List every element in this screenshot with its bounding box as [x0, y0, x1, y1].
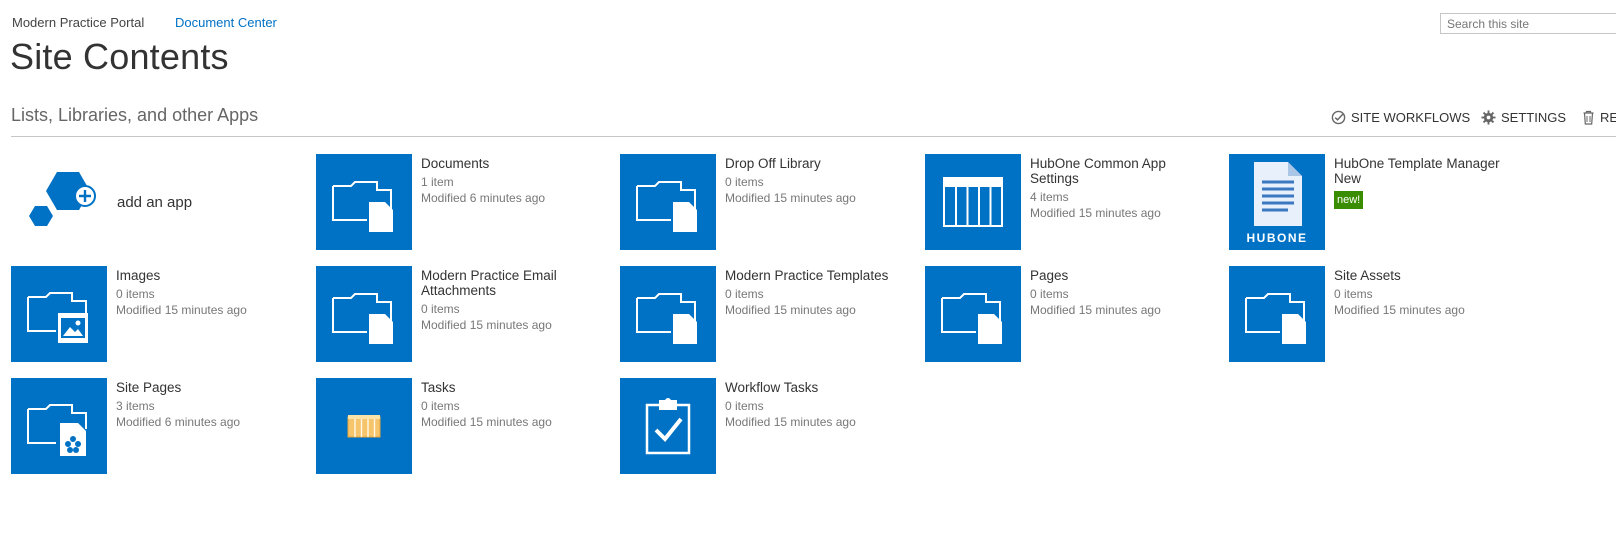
- tile-modified: Modified 15 minutes ago: [421, 318, 552, 332]
- tile-modified: Modified 6 minutes ago: [421, 191, 546, 205]
- add-app-icon: [29, 172, 96, 226]
- folder-doc-icon[interactable]: [620, 154, 716, 250]
- recycle-bin-button[interactable]: REC: [1582, 110, 1616, 125]
- clipboard-check-icon[interactable]: [620, 378, 716, 474]
- search-input[interactable]: Search this site: [1440, 13, 1616, 34]
- tile-name[interactable]: Site Assets: [1334, 268, 1514, 283]
- settings-button[interactable]: SETTINGS: [1481, 110, 1566, 125]
- folder-doc-icon[interactable]: [925, 266, 1021, 362]
- tile-item-count: 1 item: [421, 175, 454, 189]
- folder-doc-icon[interactable]: [316, 154, 412, 250]
- tile-item-count: 0 items: [421, 302, 460, 316]
- tile-modified: Modified 15 minutes ago: [725, 191, 856, 205]
- tile-name[interactable]: Workflow Tasks: [725, 380, 905, 395]
- tile-modified: Modified 6 minutes ago: [116, 415, 241, 429]
- tile-name[interactable]: Drop Off Library: [725, 156, 905, 171]
- tile-item-count: 3 items: [116, 399, 155, 413]
- tile-name[interactable]: Site Pages: [116, 380, 296, 395]
- site-title-link[interactable]: Modern Practice Portal: [12, 15, 144, 30]
- section-divider: [11, 136, 1616, 137]
- list-grid-icon[interactable]: [925, 154, 1021, 250]
- tile-modified: Modified 15 minutes ago: [116, 303, 247, 317]
- page-title: Site Contents: [10, 36, 229, 77]
- folder-image-icon[interactable]: [11, 266, 107, 362]
- tile-modified: Modified 15 minutes ago: [1334, 303, 1465, 317]
- tile-item-count: 0 items: [116, 287, 155, 301]
- tile-name[interactable]: HubOne Common App Settings: [1030, 156, 1210, 186]
- tile-name[interactable]: HubOne Template Manager New: [1334, 156, 1514, 186]
- tile-modified: Modified 15 minutes ago: [421, 415, 552, 429]
- tasks-icon[interactable]: [316, 378, 412, 474]
- folder-doc-icon[interactable]: [1229, 266, 1325, 362]
- folder-doc-icon[interactable]: [620, 266, 716, 362]
- settings-label: SETTINGS: [1501, 110, 1567, 125]
- site-workflows-label: SITE WORKFLOWS: [1351, 110, 1471, 125]
- current-site-link[interactable]: Document Center: [175, 15, 277, 30]
- tile-name[interactable]: Documents: [421, 156, 601, 171]
- hubone-logo[interactable]: HUBONE: [1229, 154, 1325, 250]
- folder-sitepage-icon[interactable]: [11, 378, 107, 474]
- trash-icon: [1583, 110, 1594, 125]
- tile-name[interactable]: Modern Practice Templates: [725, 268, 915, 283]
- tile-item-count: 0 items: [1030, 287, 1069, 301]
- tile-modified: Modified 15 minutes ago: [725, 303, 856, 317]
- add-app-label[interactable]: add an app: [117, 194, 192, 211]
- new-badge: new!: [1334, 191, 1364, 209]
- folder-doc-icon[interactable]: [316, 266, 412, 362]
- check-circle-icon: [1331, 110, 1346, 125]
- tile-name[interactable]: Tasks: [421, 380, 601, 395]
- tile-modified: Modified 15 minutes ago: [725, 415, 856, 429]
- tile-item-count: 0 items: [725, 287, 764, 301]
- tile-item-count: 0 items: [725, 399, 764, 413]
- tile-item-count: 4 items: [1030, 190, 1069, 204]
- tile-name[interactable]: Pages: [1030, 268, 1210, 283]
- section-title: Lists, Libraries, and other Apps: [11, 105, 259, 125]
- tile-item-count: 0 items: [421, 399, 460, 413]
- tile-item-count: 0 items: [1334, 287, 1373, 301]
- site-workflows-button[interactable]: SITE WORKFLOWS: [1331, 110, 1470, 125]
- add-app-tile[interactable]: [27, 170, 103, 237]
- recycle-bin-label: REC: [1600, 110, 1616, 125]
- document-icon: [1254, 162, 1302, 226]
- hubone-logo-text: HUBONE: [1246, 231, 1308, 245]
- tile-name[interactable]: Images: [116, 268, 296, 283]
- tile-item-count: 0 items: [725, 175, 764, 189]
- gear-icon: [1481, 110, 1496, 125]
- tile-modified: Modified 15 minutes ago: [1030, 303, 1161, 317]
- tile-name[interactable]: Modern Practice Email Attachments: [421, 268, 601, 298]
- tile-modified: Modified 15 minutes ago: [1030, 206, 1161, 220]
